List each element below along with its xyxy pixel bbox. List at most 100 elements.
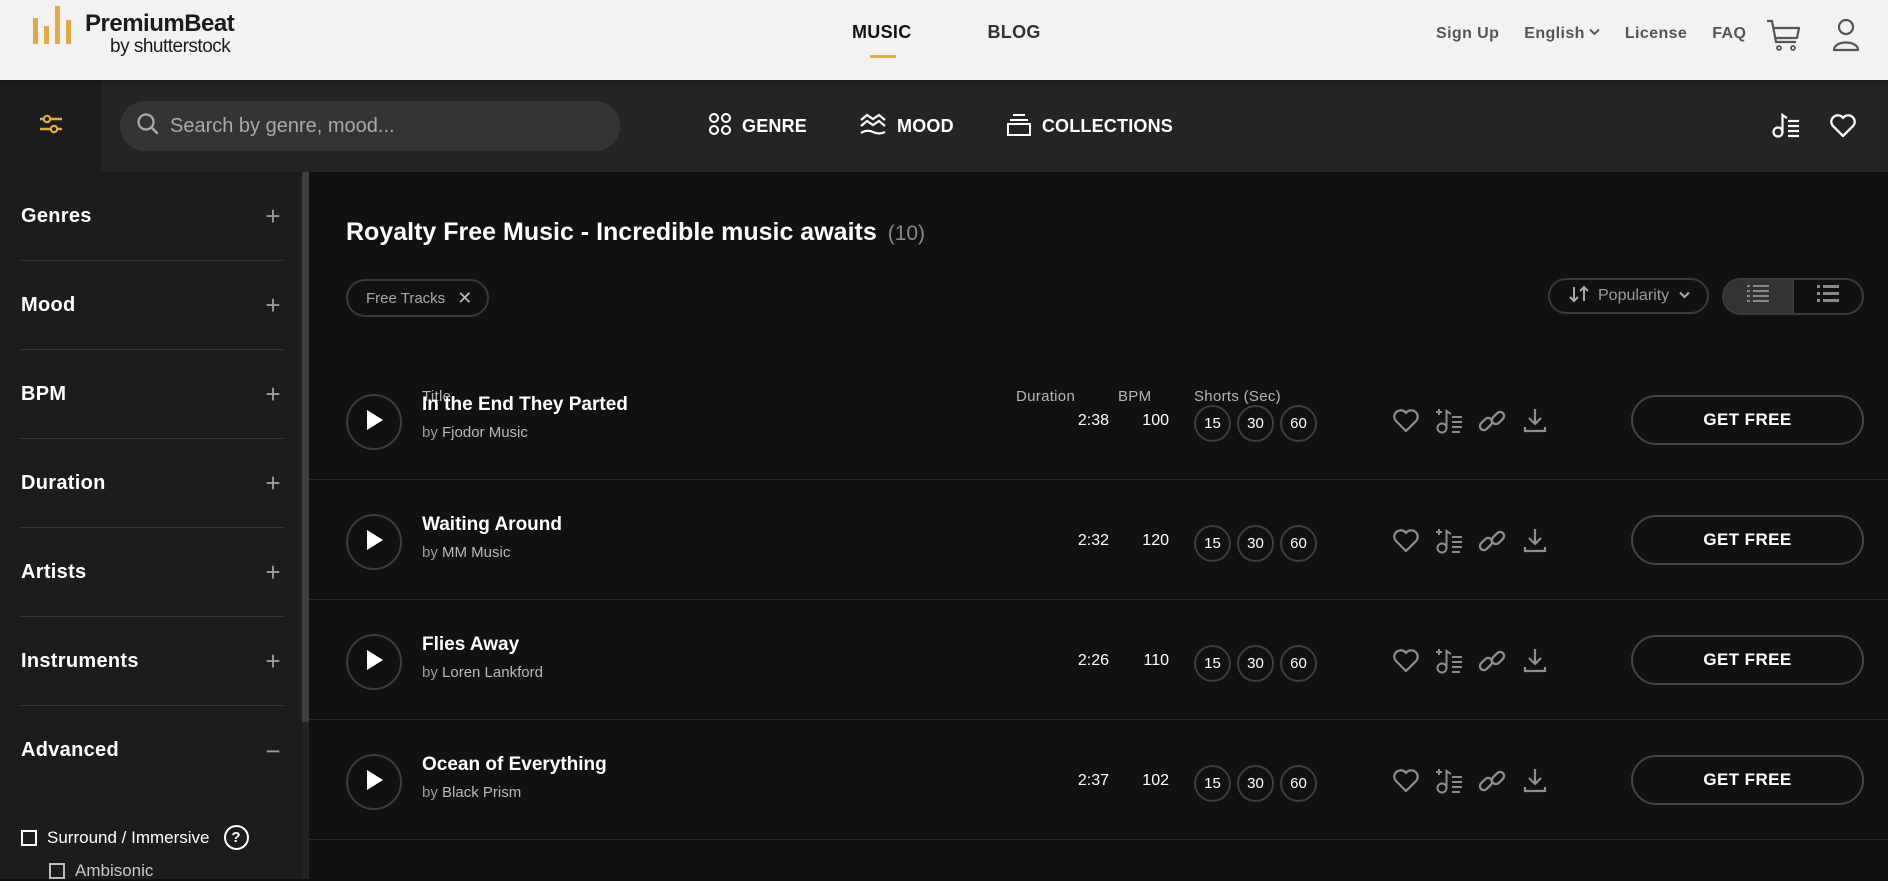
close-icon[interactable]: ✕ bbox=[457, 288, 472, 309]
track-artist[interactable]: by Fjodor Music bbox=[422, 424, 528, 441]
ambisonic-checkbox[interactable] bbox=[49, 863, 65, 879]
track-row: In the End They Parted by Fjodor Music 2… bbox=[309, 360, 1888, 480]
short-30-button[interactable]: 30 bbox=[1237, 405, 1274, 442]
link-icon[interactable] bbox=[1477, 526, 1507, 556]
artist-name[interactable]: Black Prism bbox=[442, 784, 521, 801]
chip-label: Free Tracks bbox=[366, 289, 446, 307]
sliders-icon bbox=[39, 113, 63, 140]
premiumbeat-logo[interactable]: PremiumBeat by shutterstock bbox=[33, 6, 263, 58]
download-icon[interactable] bbox=[1520, 646, 1550, 676]
short-60-button[interactable]: 60 bbox=[1280, 525, 1317, 562]
play-icon bbox=[364, 769, 384, 796]
play-icon bbox=[364, 409, 384, 436]
surround-checkbox[interactable] bbox=[21, 829, 37, 846]
user-icon[interactable] bbox=[1832, 18, 1860, 54]
logo-title: PremiumBeat bbox=[85, 10, 235, 37]
track-title[interactable]: Flies Away bbox=[422, 634, 519, 656]
get-free-button[interactable]: GET FREE bbox=[1631, 515, 1864, 565]
view-detailed-button[interactable] bbox=[1724, 280, 1794, 313]
nav-blog[interactable]: BLOG bbox=[988, 22, 1041, 43]
short-15-button[interactable]: 15 bbox=[1194, 525, 1231, 562]
track-actions bbox=[1391, 766, 1550, 796]
play-button[interactable] bbox=[346, 754, 402, 810]
playlist-icon[interactable] bbox=[1772, 112, 1800, 144]
collections-menu[interactable]: COLLECTIONS bbox=[1006, 112, 1173, 141]
facet-duration[interactable]: Duration + bbox=[21, 439, 283, 528]
facet-mood[interactable]: Mood + bbox=[21, 261, 283, 350]
facet-bpm[interactable]: BPM + bbox=[21, 350, 283, 439]
track-title[interactable]: In the End They Parted bbox=[422, 394, 628, 416]
sign-up-link[interactable]: Sign Up bbox=[1436, 25, 1499, 43]
mood-menu[interactable]: MOOD bbox=[859, 112, 954, 141]
track-artist[interactable]: by Loren Lankford bbox=[422, 664, 543, 681]
waves-icon bbox=[859, 112, 887, 141]
facet-genres[interactable]: Genres + bbox=[21, 172, 283, 261]
track-title[interactable]: Ocean of Everything bbox=[422, 754, 607, 776]
track-duration: 2:26 bbox=[1077, 652, 1109, 669]
add-to-playlist-icon[interactable] bbox=[1434, 406, 1464, 436]
short-15-button[interactable]: 15 bbox=[1194, 765, 1231, 802]
short-15-button[interactable]: 15 bbox=[1194, 405, 1231, 442]
add-to-playlist-icon[interactable] bbox=[1434, 646, 1464, 676]
download-icon[interactable] bbox=[1520, 766, 1550, 796]
track-title[interactable]: Waiting Around bbox=[422, 514, 562, 536]
facet-label: Mood bbox=[21, 293, 76, 316]
short-60-button[interactable]: 60 bbox=[1280, 405, 1317, 442]
artist-name[interactable]: Fjodor Music bbox=[442, 424, 528, 441]
search-toolbar: GENRE MOOD COLLECTIONS bbox=[0, 80, 1888, 172]
language-select[interactable]: English bbox=[1524, 25, 1600, 43]
sidebar-scrollbar[interactable] bbox=[302, 172, 309, 879]
facet-advanced[interactable]: Advanced − bbox=[21, 706, 283, 795]
license-link[interactable]: License bbox=[1625, 25, 1687, 43]
artist-name[interactable]: Loren Lankford bbox=[442, 664, 543, 681]
favorite-icon[interactable] bbox=[1391, 406, 1421, 436]
favorite-icon[interactable] bbox=[1391, 766, 1421, 796]
add-to-playlist-icon[interactable] bbox=[1434, 526, 1464, 556]
mood-label: MOOD bbox=[897, 115, 954, 136]
track-artist[interactable]: by Black Prism bbox=[422, 784, 521, 801]
filter-chip-free-tracks[interactable]: Free Tracks ✕ bbox=[346, 279, 490, 317]
artist-name[interactable]: MM Music bbox=[442, 544, 510, 561]
search-input[interactable] bbox=[170, 114, 590, 138]
surround-immersive-option[interactable]: Surround / Immersive ? bbox=[21, 825, 249, 850]
short-30-button[interactable]: 30 bbox=[1237, 525, 1274, 562]
short-15-button[interactable]: 15 bbox=[1194, 645, 1231, 682]
short-60-button[interactable]: 60 bbox=[1280, 765, 1317, 802]
genre-menu[interactable]: GENRE bbox=[708, 112, 807, 141]
play-button[interactable] bbox=[346, 514, 402, 570]
sort-dropdown[interactable]: Popularity bbox=[1548, 278, 1709, 314]
get-free-button[interactable]: GET FREE bbox=[1631, 635, 1864, 685]
plus-icon: + bbox=[265, 557, 281, 587]
help-icon[interactable]: ? bbox=[223, 825, 249, 850]
link-icon[interactable] bbox=[1477, 406, 1507, 436]
nav-music[interactable]: MUSIC bbox=[852, 22, 912, 58]
add-to-playlist-icon[interactable] bbox=[1434, 766, 1464, 796]
track-artist[interactable]: by MM Music bbox=[422, 544, 510, 561]
short-30-button[interactable]: 30 bbox=[1237, 765, 1274, 802]
short-60-button[interactable]: 60 bbox=[1280, 645, 1317, 682]
get-free-button[interactable]: GET FREE bbox=[1631, 755, 1864, 805]
ambisonic-option[interactable]: Ambisonic bbox=[49, 861, 153, 881]
short-30-button[interactable]: 30 bbox=[1237, 645, 1274, 682]
faq-link[interactable]: FAQ bbox=[1712, 25, 1746, 43]
filter-toggle-button[interactable] bbox=[0, 80, 101, 172]
link-icon[interactable] bbox=[1477, 766, 1507, 796]
search-icon bbox=[136, 112, 160, 141]
track-bpm: 120 bbox=[1142, 532, 1169, 549]
cart-icon[interactable] bbox=[1766, 18, 1802, 54]
play-button[interactable] bbox=[346, 634, 402, 690]
heart-icon[interactable] bbox=[1829, 114, 1857, 143]
facet-artists[interactable]: Artists + bbox=[21, 528, 283, 617]
favorite-icon[interactable] bbox=[1391, 526, 1421, 556]
facet-instruments[interactable]: Instruments + bbox=[21, 617, 283, 706]
view-compact-button[interactable] bbox=[1794, 280, 1862, 313]
link-icon[interactable] bbox=[1477, 646, 1507, 676]
play-button[interactable] bbox=[346, 394, 402, 450]
minus-icon: − bbox=[265, 735, 281, 766]
scrollbar-thumb[interactable] bbox=[302, 172, 309, 722]
track-bpm: 102 bbox=[1142, 772, 1169, 789]
download-icon[interactable] bbox=[1520, 526, 1550, 556]
favorite-icon[interactable] bbox=[1391, 646, 1421, 676]
download-icon[interactable] bbox=[1520, 406, 1550, 436]
get-free-button[interactable]: GET FREE bbox=[1631, 395, 1864, 445]
